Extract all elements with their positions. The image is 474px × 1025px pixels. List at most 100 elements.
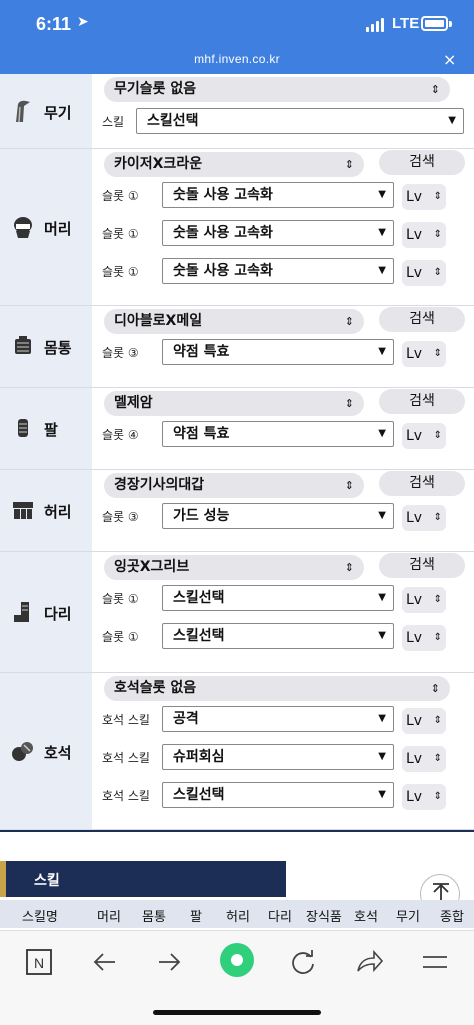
skill-select[interactable]: 숫돌 사용 고속화 ▼ — [162, 182, 394, 208]
column-header: 다리 — [268, 910, 292, 925]
level-select[interactable]: Lv ⇕ — [402, 708, 446, 734]
skill-select[interactable]: 스킬선택 ▼ — [162, 623, 394, 649]
back-arrow-icon[interactable] — [88, 945, 128, 975]
armor-select[interactable]: 멜제암 ⇕ — [104, 391, 364, 416]
search-button[interactable]: 검색 — [379, 471, 465, 496]
skill-select[interactable]: 스킬선택 ▼ — [162, 782, 394, 808]
dropdown-arrow-icon: ▼ — [378, 428, 386, 439]
slot-label: 슬롯 ① — [102, 265, 139, 279]
level-select[interactable]: Lv ⇕ — [402, 587, 446, 613]
tab-accent-bar — [0, 861, 6, 897]
dropdown-arrow-icon: ▼ — [378, 592, 386, 603]
equip-row-4: 팔 멜제암 ⇕ 검색 슬롯 ④ 약점 특효 ▼ Lv ⇕ — [0, 388, 474, 470]
menu-icon[interactable] — [418, 945, 458, 975]
armor-select[interactable]: 호석슬롯 없음 ⇕ — [104, 676, 450, 701]
slot-label: 스킬 — [102, 115, 125, 129]
address-bar[interactable]: mhf.inven.co.kr × — [0, 48, 474, 74]
status-time: 6:11 — [36, 14, 72, 34]
updown-chevron-icon: ⇕ — [344, 479, 354, 492]
level-select-label: Lv — [406, 713, 423, 729]
body-armor-icon — [15, 336, 31, 354]
share-icon[interactable] — [352, 945, 392, 975]
equip-row-5: 허리 경장기사의대갑 ⇕ 검색 슬롯 ③ 가드 성능 ▼ Lv ⇕ — [0, 470, 474, 552]
level-select[interactable]: Lv ⇕ — [402, 625, 446, 651]
updown-chevron-icon: ⇕ — [433, 267, 442, 278]
level-select[interactable]: Lv ⇕ — [402, 222, 446, 248]
skill-select-value: 숫돌 사용 고속화 — [173, 263, 273, 279]
skill-select[interactable]: 숫돌 사용 고속화 ▼ — [162, 220, 394, 246]
arm-armor-icon — [18, 419, 28, 437]
search-button[interactable]: 검색 — [379, 553, 465, 578]
skill-select[interactable]: 슈퍼회심 ▼ — [162, 744, 394, 770]
refresh-icon[interactable] — [286, 945, 326, 975]
search-button[interactable]: 검색 — [379, 307, 465, 332]
green-circle-icon[interactable] — [218, 941, 258, 977]
column-header: 팔 — [190, 910, 202, 925]
network-label: LTE — [392, 15, 420, 32]
skill-select[interactable]: 약점 특효 ▼ — [162, 421, 394, 447]
url-text[interactable]: mhf.inven.co.kr — [0, 52, 474, 66]
close-icon[interactable]: × — [443, 50, 456, 69]
column-header: 장식품 — [306, 910, 342, 925]
weapon-icon — [16, 100, 30, 123]
updown-chevron-icon: ⇕ — [433, 512, 442, 523]
armor-select-value: 멜제암 — [114, 395, 153, 411]
skill-select-value: 공격 — [173, 711, 199, 727]
leg-armor-icon — [14, 602, 29, 622]
table-bottom-border — [0, 830, 474, 832]
level-select[interactable]: Lv ⇕ — [402, 784, 446, 810]
level-select[interactable]: Lv ⇕ — [402, 746, 446, 772]
level-select-label: Lv — [406, 189, 423, 205]
search-button[interactable]: 검색 — [379, 389, 465, 414]
skill-select-value: 숫돌 사용 고속화 — [173, 225, 273, 241]
column-header: 스킬명 — [22, 910, 58, 925]
skill-section-tab[interactable]: 스킬 — [0, 861, 286, 897]
slot-label: 슬롯 ① — [102, 630, 139, 644]
skill-select[interactable]: 숫돌 사용 고속화 ▼ — [162, 258, 394, 284]
forward-arrow-icon[interactable] — [152, 945, 192, 975]
skill-select[interactable]: 공격 ▼ — [162, 706, 394, 732]
skill-select[interactable]: 약점 특효 ▼ — [162, 339, 394, 365]
equip-row-1: 무기 무기슬롯 없음 ⇕ 스킬 스킬선택 ▼ — [0, 74, 474, 149]
armor-select-value: 디아블로X메일 — [114, 313, 203, 329]
level-select[interactable]: Lv ⇕ — [402, 184, 446, 210]
slot-label: 호석 스킬 — [102, 751, 150, 765]
armor-select[interactable]: 경장기사의대갑 ⇕ — [104, 473, 364, 498]
skill-tab-label: 스킬 — [34, 873, 60, 889]
armor-select-value: 잉곳X그리브 — [114, 559, 190, 575]
equip-detail-cell: 호석슬롯 없음 ⇕ 호석 스킬 공격 ▼ Lv ⇕ 호석 스킬 슈퍼회심 ▼ Lv ⇕ 호석 스킬 스킬선… — [92, 673, 474, 829]
updown-chevron-icon: ⇕ — [433, 348, 442, 359]
dropdown-arrow-icon: ▼ — [378, 346, 386, 357]
level-select[interactable]: Lv ⇕ — [402, 341, 446, 367]
slot-label: 호석 스킬 — [102, 713, 150, 727]
updown-chevron-icon: ⇕ — [433, 791, 442, 802]
signal-icon — [366, 18, 386, 32]
armor-select-value: 호석슬롯 없음 — [114, 680, 197, 696]
skill-select-value: 가드 성능 — [173, 508, 230, 524]
search-button[interactable]: 검색 — [379, 150, 465, 175]
column-header: 무기 — [396, 910, 420, 925]
dropdown-arrow-icon: ▼ — [378, 227, 386, 238]
updown-chevron-icon: ⇕ — [433, 191, 442, 202]
equip-detail-cell: 경장기사의대갑 ⇕ 검색 슬롯 ③ 가드 성능 ▼ Lv ⇕ — [92, 470, 474, 551]
skill-select[interactable]: 스킬선택 ▼ — [162, 585, 394, 611]
equipment-table: 무기 무기슬롯 없음 ⇕ 스킬 스킬선택 ▼ 머리 카이저X크라운 ⇕ 검색 슬롯 ① 숫돌 사용 고… — [0, 74, 474, 832]
skill-select[interactable]: 스킬선택 ▼ — [136, 108, 464, 134]
slot-label: 슬롯 ④ — [102, 428, 139, 442]
skill-select[interactable]: 가드 성능 ▼ — [162, 503, 394, 529]
level-select[interactable]: Lv ⇕ — [402, 505, 446, 531]
armor-select[interactable]: 무기슬롯 없음 ⇕ — [104, 77, 450, 102]
skill-select-value: 약점 특효 — [173, 344, 230, 360]
armor-select[interactable]: 카이저X크라운 ⇕ — [104, 152, 364, 177]
equip-row-2: 머리 카이저X크라운 ⇕ 검색 슬롯 ① 숫돌 사용 고속화 ▼ Lv ⇕ 슬롯 ① 숫돌 사용 고… — [0, 149, 474, 306]
level-select[interactable]: Lv ⇕ — [402, 260, 446, 286]
status-bar: 6:11 ➤ LTE — [0, 0, 474, 48]
naver-home-icon[interactable]: N — [22, 945, 62, 975]
armor-select[interactable]: 디아블로X메일 ⇕ — [104, 309, 364, 334]
equip-slot-name: 다리 — [44, 605, 72, 623]
slot-label: 슬롯 ① — [102, 189, 139, 203]
level-select[interactable]: Lv ⇕ — [402, 423, 446, 449]
skill-select-value: 스킬선택 — [173, 590, 225, 606]
armor-select[interactable]: 잉곳X그리브 ⇕ — [104, 555, 364, 580]
dropdown-arrow-icon: ▼ — [378, 713, 386, 724]
